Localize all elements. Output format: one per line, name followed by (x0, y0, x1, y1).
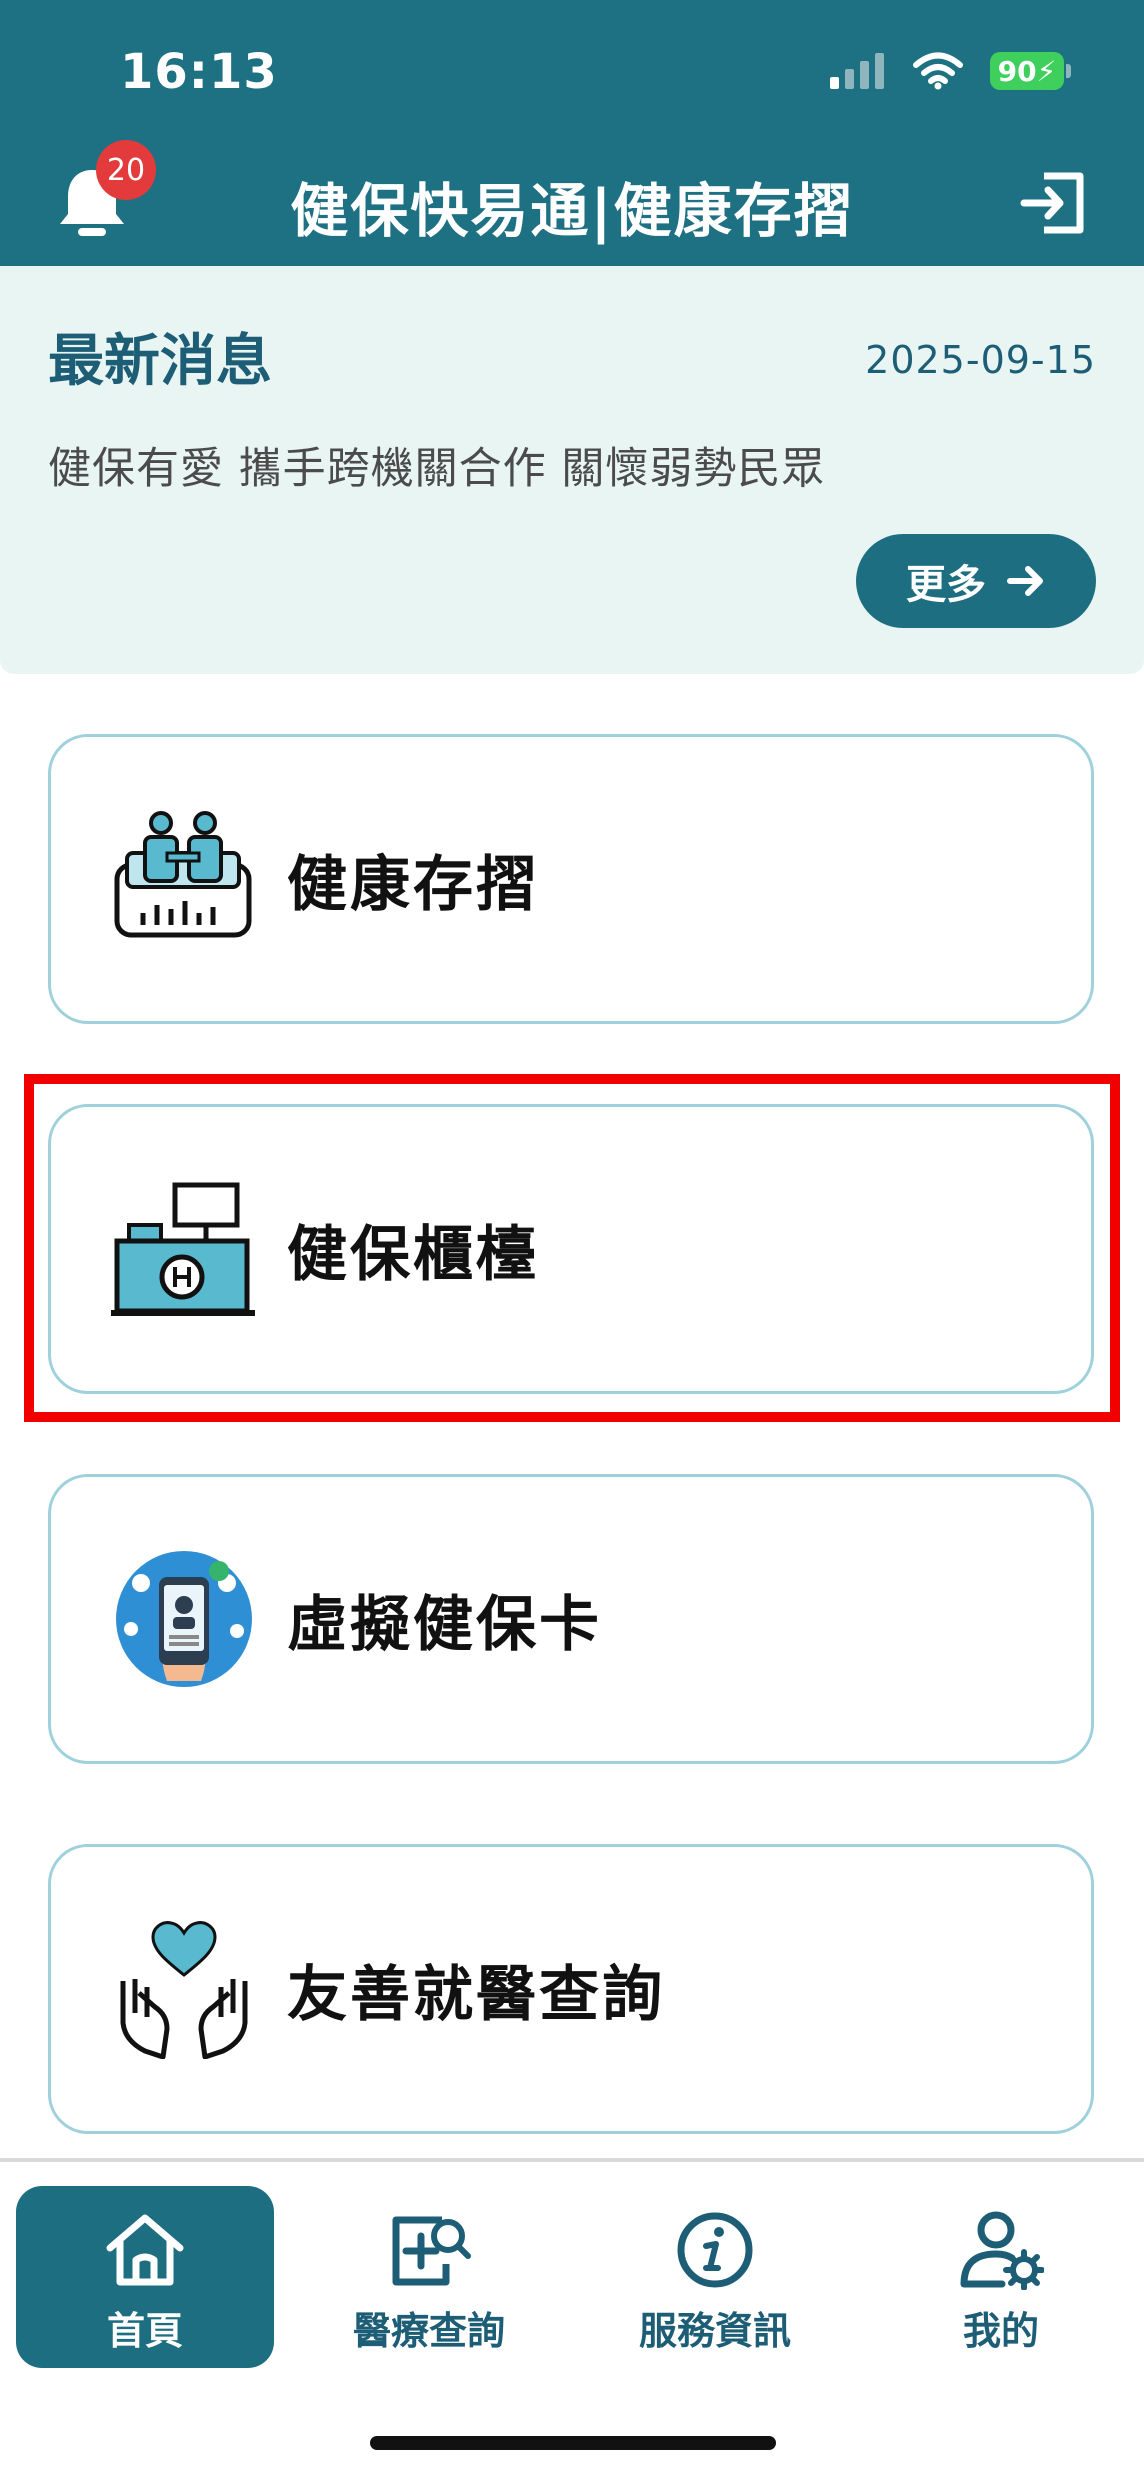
tab-my-account[interactable]: 我的 (872, 2186, 1130, 2368)
news-headline[interactable]: 健保有愛 攜手跨機關合作 關懷弱勢民眾 (48, 434, 825, 496)
medical-search-icon (392, 2216, 471, 2286)
health-passbook-icon (114, 811, 252, 938)
menu-card-label: 虛擬健保卡 (287, 1589, 602, 1660)
menu-card-friendly-care[interactable]: 友善就醫查詢 (48, 1844, 1094, 2134)
wifi-icon (913, 52, 963, 90)
signal-icon (830, 53, 884, 89)
logout-icon[interactable] (1018, 168, 1088, 238)
home-icon (106, 2214, 184, 2286)
news-panel: 最新消息 2025-09-15 健保有愛 攜手跨機關合作 關懷弱勢民眾 更多 (0, 266, 1144, 674)
user-settings-icon (960, 2211, 1044, 2290)
menu-card-health-passbook[interactable]: 健康存摺 (48, 734, 1094, 1024)
tab-label: 醫療查詢 (352, 2309, 505, 2353)
arrow-right-icon (1007, 566, 1043, 596)
menu-card-label: 友善就醫查詢 (287, 1959, 665, 2030)
home-indicator (370, 2436, 776, 2450)
page-title: 健保快易通|健康存摺 (290, 177, 854, 245)
more-button-label: 更多 (906, 562, 986, 608)
virtual-card-icon (116, 1551, 252, 1687)
tab-medical-search[interactable]: 醫療查詢 (300, 2186, 558, 2368)
tab-home[interactable]: 首頁 (16, 2186, 274, 2368)
highlight-box (24, 1074, 1120, 1422)
menu-card-virtual-card[interactable]: 虛擬健保卡 (48, 1474, 1094, 1764)
status-icons: 90 ⚡ (830, 52, 1071, 90)
news-date: 2025-09-15 (865, 338, 1096, 382)
tab-label: 服務資訊 (638, 2309, 791, 2353)
bottom-tab-bar: 首頁 醫療查詢 服務資訊 我的 (0, 2158, 1144, 2479)
battery-icon: 90 ⚡ (990, 52, 1071, 90)
tab-service-info[interactable]: 服務資訊 (586, 2186, 844, 2368)
app-header: 16:13 90 ⚡ 20 健保快易通|健康存摺 (0, 0, 1144, 266)
battery-level: 90 (997, 54, 1037, 88)
news-heading: 最新消息 (48, 329, 272, 394)
tab-label: 首頁 (106, 2309, 183, 2353)
more-button[interactable]: 更多 (856, 534, 1096, 628)
status-time: 16:13 (120, 44, 278, 100)
menu-card-label: 健康存摺 (287, 849, 539, 920)
heart-hands-icon (120, 1921, 248, 2059)
tab-label: 我的 (962, 2309, 1039, 2353)
info-icon (677, 2212, 753, 2288)
